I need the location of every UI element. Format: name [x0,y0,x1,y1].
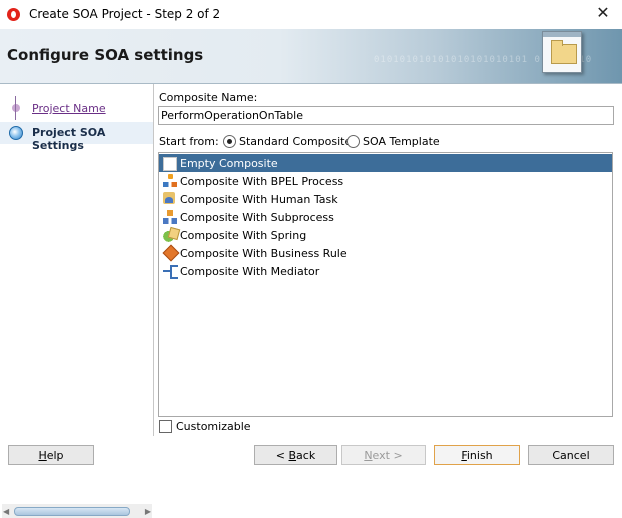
list-item-human-task[interactable]: Composite With Human Task [159,190,612,208]
help-button-label: Help [38,449,64,462]
title-bar: Create SOA Project - Step 2 of 2 ✕ [0,0,622,29]
business-rule-icon [163,246,177,260]
help-button[interactable]: Help [8,445,94,465]
app-icon [7,8,20,21]
list-item-empty-composite[interactable]: Empty Composite [159,154,612,172]
composite-name-input[interactable]: PerformOperationOnTable [158,106,614,125]
step-current-icon [9,126,23,140]
human-task-icon [163,192,175,204]
list-item-mediator[interactable]: Composite With Mediator [159,262,612,280]
close-icon[interactable]: ✕ [594,4,612,22]
steps-horizontal-scrollbar[interactable]: ◀ ▶ [2,504,152,518]
list-item-label: Empty Composite [180,157,278,170]
scrollbar-thumb[interactable] [14,507,130,516]
list-item-label: Composite With Mediator [180,265,320,278]
step-label: Project SOA Settings [32,126,106,152]
radio-checked-icon[interactable] [223,135,236,148]
step-label[interactable]: Project Name [32,102,106,115]
page-title: Configure SOA settings [7,46,204,64]
list-item-bpel-process[interactable]: Composite With BPEL Process [159,172,612,190]
radio-label[interactable]: SOA Template [363,135,440,148]
subprocess-icon [163,210,177,224]
finish-button[interactable]: Finish [434,445,520,465]
back-button-label: < Back [275,449,316,462]
empty-composite-icon [163,157,177,171]
next-button: Next > [341,445,426,465]
next-button-label: Next > [364,449,403,462]
window-title: Create SOA Project - Step 2 of 2 [29,7,221,21]
step-done-icon [9,96,23,120]
steps-pane: Project Name Project SOA Settings ◀ ▶ [0,84,154,518]
bpel-process-icon [163,174,177,188]
list-item-business-rule[interactable]: Composite With Business Rule [159,244,612,262]
mediator-icon [163,264,178,279]
folder-icon [542,31,582,73]
back-button[interactable]: < Back [254,445,337,465]
header-banner: Configure SOA settings 01010101010101010… [0,29,622,84]
radio-unchecked-icon[interactable] [347,135,360,148]
step-project-name[interactable]: Project Name [0,96,153,120]
list-item-label: Composite With Human Task [180,193,338,206]
cancel-button-label: Cancel [552,449,590,462]
list-item-spring[interactable]: Composite With Spring [159,226,612,244]
step-project-soa-settings[interactable]: Project SOA Settings [0,122,153,152]
composite-template-list[interactable]: Empty Composite Composite With BPEL Proc… [158,152,613,417]
list-item-label: Composite With Business Rule [180,247,347,260]
list-item-label: Composite With BPEL Process [180,175,344,188]
list-item-label: Composite With Subprocess [180,211,334,224]
list-item-label: Composite With Spring [180,229,307,242]
radio-label[interactable]: Standard Composite [239,135,351,148]
finish-button-label: Finish [461,449,493,462]
composite-name-label: Composite Name: [159,91,258,104]
spring-icon [163,228,177,242]
list-item-subprocess[interactable]: Composite With Subprocess [159,208,612,226]
scroll-right-icon[interactable]: ▶ [145,507,151,516]
start-from-label: Start from: [159,135,219,148]
cancel-button[interactable]: Cancel [528,445,614,465]
checkbox-label[interactable]: Customizable [176,420,251,433]
checkbox-unchecked-icon[interactable] [159,420,172,433]
scroll-left-icon[interactable]: ◀ [3,507,9,516]
